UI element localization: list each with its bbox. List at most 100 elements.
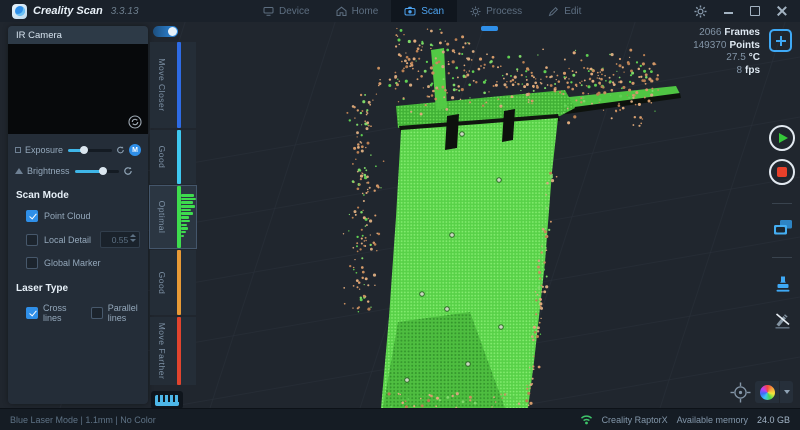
ruler-button[interactable] — [151, 391, 183, 409]
point-cloud-checkbox[interactable] — [26, 210, 38, 222]
start-scan-button[interactable] — [769, 125, 795, 151]
memory-value: 24.0 GB — [756, 414, 790, 425]
parallel-lines-checkbox[interactable] — [90, 307, 103, 319]
exposure-manual-badge[interactable]: M — [129, 144, 141, 156]
zone-optimal: Optimal — [149, 185, 197, 249]
scan-mode-title: Scan Mode — [16, 190, 69, 201]
memory-label: Available memory — [676, 414, 748, 425]
ir-camera-preview — [8, 44, 148, 134]
exposure-row: Exposure M — [8, 144, 148, 156]
connection-signal-icon — [580, 415, 592, 425]
camera-panel: IR Camera Exposure M Brightness Scan Mod… — [8, 26, 148, 404]
tab-device[interactable]: Device — [250, 0, 323, 22]
laser-type-options: Cross lines Parallel lines — [8, 303, 148, 323]
zone-good-near: Good — [150, 130, 196, 184]
process-gear-icon — [470, 6, 481, 16]
window-controls — [694, 5, 800, 18]
statusbar: Blue Laser Mode | 1.1mm | No Color Creal… — [0, 408, 800, 430]
global-marker-checkbox[interactable] — [26, 257, 38, 269]
distance-indicator: Move Closer Good Optimal Good Move Farth… — [149, 26, 197, 409]
recenter-target-button[interactable] — [729, 381, 752, 404]
play-icon — [778, 133, 788, 143]
tab-edit[interactable]: Edit — [535, 0, 594, 22]
zone-move-closer: Move Closer — [150, 42, 196, 128]
add-project-button[interactable] — [769, 29, 792, 52]
exposure-reset-icon[interactable] — [116, 145, 125, 155]
local-detail-stepper[interactable] — [130, 234, 136, 242]
camera-switch-icon[interactable] — [128, 115, 142, 129]
divider — [772, 203, 792, 204]
settings-gear-icon[interactable] — [694, 5, 707, 18]
app-identity: Creality Scan 3.3.13 — [0, 3, 139, 19]
app-logo-icon — [12, 3, 27, 19]
device-icon — [263, 6, 274, 16]
stop-scan-button[interactable] — [769, 159, 795, 185]
laser-type-title: Laser Type — [16, 283, 69, 294]
scan-stats: 2066 Frames 149370 Points 27.5 °C 8 fps — [693, 27, 760, 77]
viewport-top-indicator — [481, 26, 498, 31]
tab-scan-label: Scan — [421, 5, 445, 17]
fps-stat: 8 fps — [736, 64, 760, 76]
tab-scan[interactable]: Scan — [391, 0, 458, 22]
frames-stat: 2066 Frames — [699, 27, 760, 38]
distance-bar-toggle[interactable] — [153, 26, 178, 37]
device-name: Creality RaptorX — [601, 414, 668, 425]
statusbar-right: Creality RaptorX Available memory 24.0 G… — [580, 414, 790, 425]
camera-panel-title: IR Camera — [8, 26, 148, 44]
local-detail-input[interactable]: 0.55 — [100, 231, 140, 248]
frames-preview-button[interactable] — [772, 218, 794, 238]
exposure-label: Exposure — [25, 145, 64, 155]
local-detail-value: 0.55 — [111, 234, 129, 245]
point-cloud-option[interactable]: Point Cloud — [8, 210, 148, 222]
tab-process[interactable]: Process — [457, 0, 535, 22]
close-button[interactable] — [776, 5, 788, 17]
points-stat: 149370 Points — [693, 39, 760, 51]
distance-zones: Move Closer Good Optimal Good Move Farth… — [149, 42, 197, 385]
exposure-icon — [15, 147, 21, 153]
titlebar: Creality Scan 3.3.13 Device Home Scan Pr… — [0, 0, 800, 22]
tab-home-label: Home — [351, 5, 379, 17]
app-version: 3.3.13 — [110, 5, 139, 17]
mode-info: Blue Laser Mode | 1.1mm | No Color — [10, 414, 156, 425]
brightness-slider[interactable] — [75, 167, 119, 175]
tab-process-label: Process — [486, 5, 523, 17]
parallel-lines-option[interactable]: Parallel lines — [90, 303, 148, 323]
tab-home[interactable]: Home — [323, 0, 392, 22]
app-name: Creality Scan — [33, 5, 103, 17]
cross-lines-option[interactable]: Cross lines — [26, 303, 78, 323]
global-marker-label: Global Marker — [44, 258, 101, 268]
exposure-slider[interactable] — [68, 146, 113, 154]
zone-move-farther: Move Farther — [150, 317, 196, 385]
cross-lines-checkbox[interactable] — [26, 307, 38, 319]
tab-device-label: Device — [279, 5, 310, 17]
local-detail-option[interactable]: Local Detail 0.55 — [8, 231, 148, 248]
minimize-button[interactable] — [722, 5, 734, 17]
divider — [772, 257, 792, 258]
parallel-lines-label: Parallel lines — [107, 303, 138, 323]
maximize-button[interactable] — [749, 5, 761, 17]
sweep-clear-button[interactable] — [773, 310, 793, 329]
local-detail-label: Local Detail — [44, 234, 92, 245]
zone-good-far: Good — [150, 250, 196, 315]
point-cloud-object — [381, 48, 681, 408]
cross-lines-label: Cross lines — [43, 303, 67, 323]
local-detail-checkbox[interactable] — [26, 233, 38, 246]
stop-record-icon — [777, 167, 787, 177]
color-mode-dropdown[interactable] — [780, 381, 793, 403]
home-icon — [336, 6, 347, 16]
ruler-icon — [155, 394, 179, 406]
stamp-marker-button[interactable] — [773, 275, 793, 294]
scan-icon — [404, 6, 416, 15]
temperature-stat: 27.5 °C — [726, 52, 760, 63]
distance-histogram — [181, 194, 196, 238]
color-sphere-icon — [759, 384, 775, 400]
tab-edit-label: Edit — [564, 5, 582, 17]
color-mode-button[interactable] — [755, 381, 779, 403]
global-marker-option[interactable]: Global Marker — [8, 257, 148, 269]
point-cloud-label: Point Cloud — [44, 211, 91, 221]
brightness-icon — [15, 168, 23, 174]
brightness-label: Brightness — [27, 166, 70, 176]
brightness-reset-icon[interactable] — [123, 166, 133, 176]
nav-tabs: Device Home Scan Process Edit — [250, 0, 594, 22]
brightness-row: Brightness — [8, 166, 148, 176]
